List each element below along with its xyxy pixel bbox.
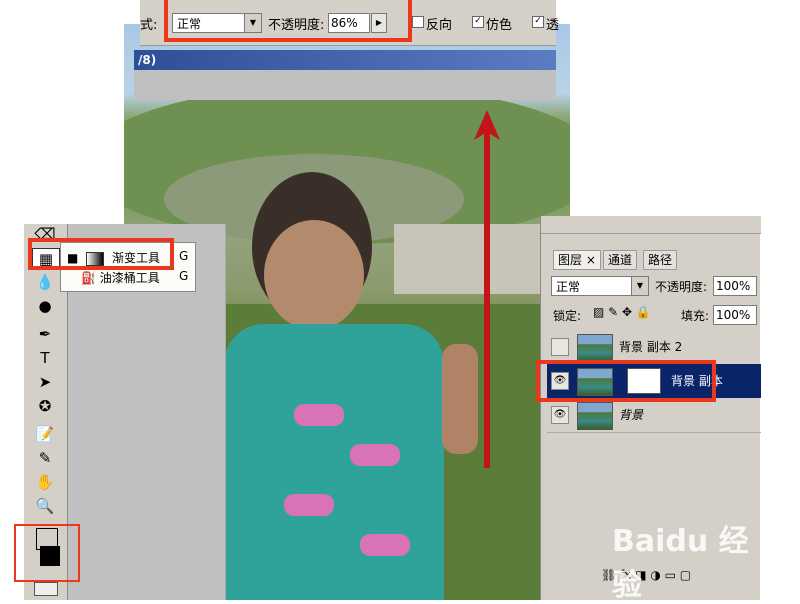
arrow-head-icon bbox=[474, 110, 500, 140]
type-tool-icon[interactable]: T bbox=[32, 348, 58, 368]
fill-label: 填充: bbox=[681, 309, 710, 323]
tab-channels[interactable]: 通道 bbox=[603, 250, 638, 270]
flyout-shortcut: G bbox=[179, 269, 189, 283]
layer-blend-value: 正常 bbox=[556, 280, 581, 294]
hand-tool-icon[interactable]: ✋ bbox=[32, 472, 58, 492]
layer-name: 背景 副本 2 bbox=[619, 340, 683, 354]
document-title-bar: /8) bbox=[134, 50, 556, 70]
lock-icons[interactable]: ▨ ✎ ✥ 🔒 bbox=[593, 305, 651, 319]
tab-paths[interactable]: 路径 bbox=[643, 250, 678, 270]
layer-thumbnail bbox=[577, 402, 613, 430]
layer-name: 背景 bbox=[619, 408, 644, 422]
transparency-label: 透 bbox=[546, 18, 560, 33]
reverse-label: 反向 bbox=[426, 18, 453, 33]
layer-thumbnail bbox=[577, 334, 613, 362]
dither-checkbox[interactable]: ✓ bbox=[472, 16, 484, 28]
paint-bucket-icon: ⛽ bbox=[81, 271, 96, 285]
layer-highlight-box bbox=[536, 360, 716, 402]
flyout-shortcut: G bbox=[179, 249, 189, 263]
red-arrow-line bbox=[484, 128, 490, 468]
visibility-toggle[interactable] bbox=[551, 338, 569, 356]
path-select-tool-icon[interactable]: ➤ bbox=[32, 372, 58, 392]
fill-input[interactable]: 100% bbox=[713, 305, 757, 325]
chevron-down-icon[interactable]: ▼ bbox=[631, 277, 648, 295]
reverse-checkbox[interactable] bbox=[412, 16, 424, 28]
eye-icon[interactable]: 👁 bbox=[551, 406, 569, 424]
notes-tool-icon[interactable]: 📝 bbox=[32, 424, 58, 444]
panel-header bbox=[541, 216, 761, 234]
document-ruler-area bbox=[134, 70, 556, 100]
options-highlight-box bbox=[164, 0, 412, 42]
document-title: /8) bbox=[138, 53, 157, 67]
watermark: Baidu 经验 bbox=[612, 524, 749, 603]
gradient-tool-highlight bbox=[28, 238, 174, 270]
mode-label: 式: bbox=[140, 18, 158, 33]
layer-row[interactable]: 👁 背景 bbox=[547, 398, 761, 433]
color-swatch-highlight bbox=[14, 524, 80, 582]
lock-label: 锁定: bbox=[553, 309, 582, 323]
flyout-item-label: 油漆桶工具 bbox=[99, 271, 160, 285]
zoom-tool-icon[interactable]: 🔍 bbox=[32, 496, 58, 516]
dodge-tool-icon[interactable]: ● bbox=[32, 296, 58, 316]
layer-opacity-input[interactable]: 100% bbox=[713, 276, 757, 296]
quick-mask-icon[interactable] bbox=[34, 582, 58, 596]
shape-tool-icon[interactable]: ✪ bbox=[32, 396, 58, 416]
eyedropper-tool-icon[interactable]: ✎ bbox=[32, 448, 58, 468]
pen-tool-icon[interactable]: ✒ bbox=[32, 324, 58, 344]
layer-opacity-label: 不透明度: bbox=[655, 280, 708, 294]
layer-blend-select[interactable]: 正常 ▼ bbox=[551, 276, 649, 296]
flyout-item-paint-bucket[interactable]: ⛽ 油漆桶工具 G bbox=[81, 269, 188, 286]
transparency-checkbox[interactable]: ✓ bbox=[532, 16, 544, 28]
dither-label: 仿色 bbox=[486, 18, 513, 33]
close-icon: × bbox=[585, 253, 596, 267]
tab-layers[interactable]: 图层 × bbox=[553, 250, 601, 270]
blur-tool-icon[interactable]: 💧 bbox=[32, 272, 58, 292]
